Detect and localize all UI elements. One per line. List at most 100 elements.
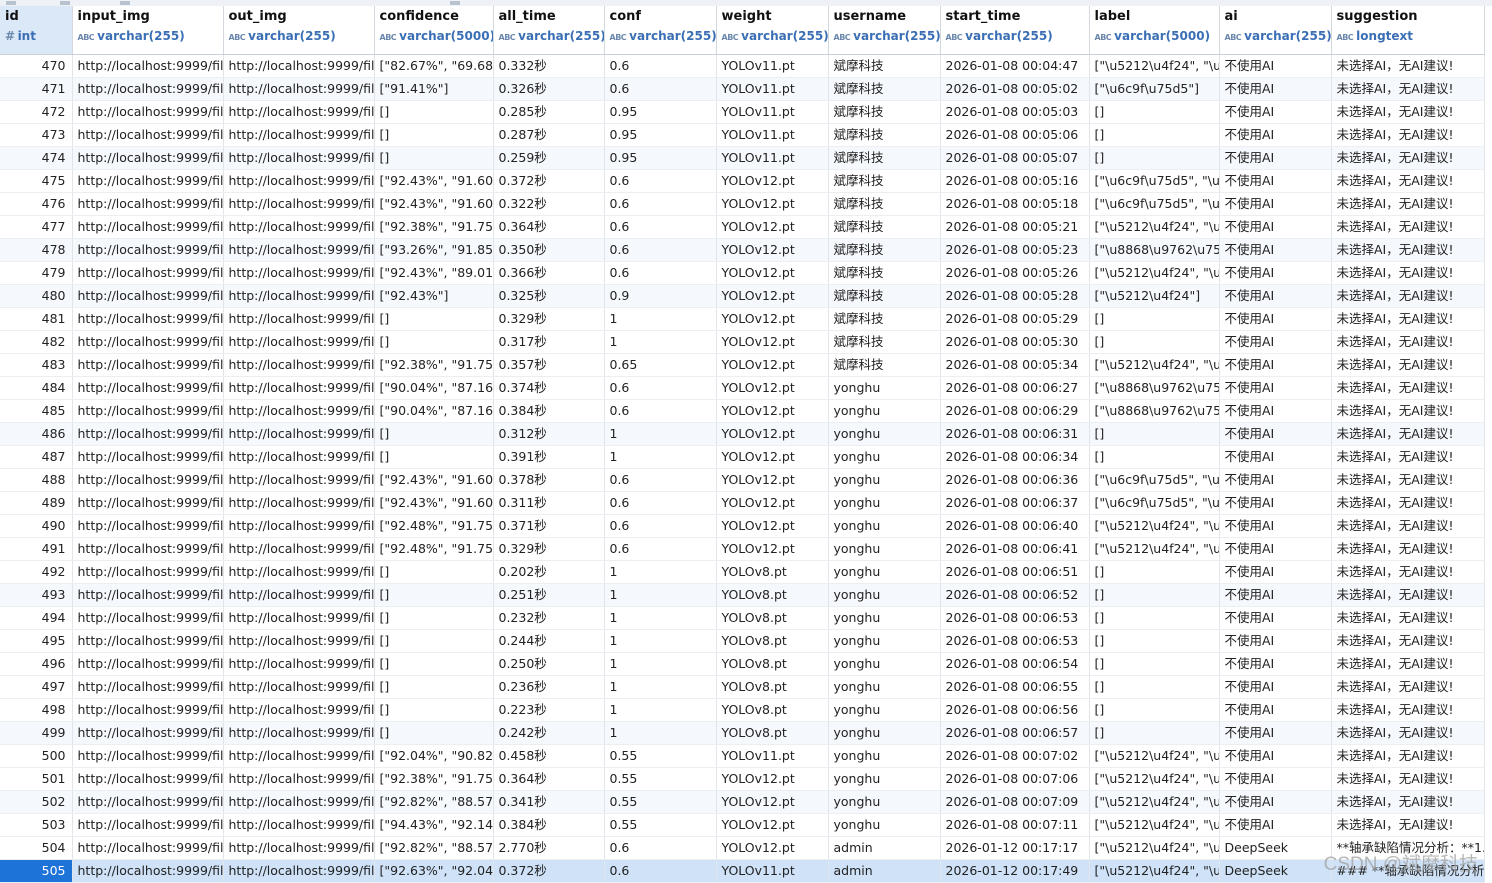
toolbar-icon[interactable] — [6, 1, 16, 5]
cell-suggestion[interactable]: 未选择AI，无AI建议! — [1331, 813, 1485, 837]
cell-all-time[interactable]: 0.242秒 — [493, 721, 605, 745]
cell-all-time[interactable]: 0.364秒 — [493, 215, 605, 239]
cell-confidence[interactable]: ["92.48%", "91.75% — [374, 514, 494, 538]
cell-confidence[interactable]: [] — [374, 721, 494, 745]
cell-id[interactable]: 479 — [0, 261, 73, 285]
cell-start-time[interactable]: 2026-01-08 00:05:30 — [940, 330, 1090, 354]
cell-username[interactable]: yonghu — [828, 652, 941, 676]
cell-id[interactable]: 496 — [0, 652, 73, 676]
cell-suggestion[interactable]: 未选择AI，无AI建议! — [1331, 790, 1485, 814]
cell-input-img[interactable]: http://localhost:9999/file — [72, 192, 224, 216]
cell-input-img[interactable]: http://localhost:9999/file — [72, 514, 224, 538]
table-row[interactable]: 489 http://localhost:9999/file http://loca… — [0, 491, 1485, 515]
cell-conf[interactable]: 0.55 — [604, 813, 717, 837]
cell-all-time[interactable]: 2.770秒 — [493, 836, 605, 860]
table-row[interactable]: 501 http://localhost:9999/file http://loca… — [0, 767, 1485, 791]
cell-id[interactable]: 498 — [0, 698, 73, 722]
cell-confidence[interactable]: ["91.41%"] — [374, 77, 494, 101]
cell-confidence[interactable]: [] — [374, 652, 494, 676]
cell-all-time[interactable]: 0.244秒 — [493, 629, 605, 653]
cell-weight[interactable]: YOLOv12.pt — [716, 399, 829, 423]
cell-start-time[interactable]: 2026-01-08 00:06:27 — [940, 376, 1090, 400]
cell-label[interactable]: [] — [1089, 629, 1220, 653]
table-row[interactable]: 505 http://localhost:9999/file http://loca… — [0, 859, 1485, 883]
cell-conf[interactable]: 0.6 — [604, 169, 717, 193]
cell-weight[interactable]: YOLOv11.pt — [716, 100, 829, 124]
cell-id[interactable]: 494 — [0, 606, 73, 630]
cell-input-img[interactable]: http://localhost:9999/file — [72, 261, 224, 285]
cell-weight[interactable]: YOLOv12.pt — [716, 445, 829, 469]
cell-ai[interactable]: 不使用AI — [1219, 491, 1332, 515]
cell-id[interactable]: 503 — [0, 813, 73, 837]
cell-conf[interactable]: 0.6 — [604, 399, 717, 423]
cell-id[interactable]: 489 — [0, 491, 73, 515]
cell-out-img[interactable]: http://localhost:9999/file — [223, 606, 375, 630]
cell-out-img[interactable]: http://localhost:9999/file — [223, 77, 375, 101]
table-row[interactable]: 488 http://localhost:9999/file http://loca… — [0, 468, 1485, 492]
cell-start-time[interactable]: 2026-01-08 00:07:11 — [940, 813, 1090, 837]
cell-label[interactable]: [] — [1089, 652, 1220, 676]
column-header-weight[interactable]: weight ABC varchar(255) — [716, 6, 829, 55]
cell-out-img[interactable]: http://localhost:9999/file — [223, 836, 375, 860]
cell-id[interactable]: 505 — [0, 859, 73, 883]
cell-conf[interactable]: 0.95 — [604, 100, 717, 124]
cell-username[interactable]: yonghu — [828, 514, 941, 538]
cell-label[interactable]: [] — [1089, 698, 1220, 722]
cell-username[interactable]: yonghu — [828, 790, 941, 814]
cell-suggestion[interactable]: 未选择AI，无AI建议! — [1331, 537, 1485, 561]
cell-ai[interactable]: 不使用AI — [1219, 54, 1332, 78]
cell-all-time[interactable]: 0.458秒 — [493, 744, 605, 768]
cell-input-img[interactable]: http://localhost:9999/file — [72, 790, 224, 814]
cell-start-time[interactable]: 2026-01-08 00:05:16 — [940, 169, 1090, 193]
cell-input-img[interactable]: http://localhost:9999/file — [72, 146, 224, 170]
cell-start-time[interactable]: 2026-01-12 00:17:49 — [940, 859, 1090, 883]
cell-suggestion[interactable]: 未选择AI，无AI建议! — [1331, 399, 1485, 423]
cell-input-img[interactable]: http://localhost:9999/file — [72, 353, 224, 377]
table-row[interactable]: 491 http://localhost:9999/file http://loca… — [0, 537, 1485, 561]
cell-input-img[interactable]: http://localhost:9999/file — [72, 537, 224, 561]
cell-weight[interactable]: YOLOv8.pt — [716, 652, 829, 676]
cell-label[interactable]: [] — [1089, 422, 1220, 446]
cell-label[interactable]: ["\u5212\u4f24", "\u6 — [1089, 813, 1220, 837]
cell-id[interactable]: 487 — [0, 445, 73, 469]
cell-ai[interactable]: 不使用AI — [1219, 698, 1332, 722]
cell-id[interactable]: 493 — [0, 583, 73, 607]
cell-confidence[interactable]: [] — [374, 629, 494, 653]
cell-username[interactable]: yonghu — [828, 767, 941, 791]
cell-suggestion[interactable]: ### **轴承缺陷情况分析** — [1331, 859, 1485, 883]
cell-out-img[interactable]: http://localhost:9999/file — [223, 376, 375, 400]
cell-input-img[interactable]: http://localhost:9999/file — [72, 652, 224, 676]
cell-out-img[interactable]: http://localhost:9999/file — [223, 330, 375, 354]
cell-start-time[interactable]: 2026-01-08 00:07:09 — [940, 790, 1090, 814]
column-header-ai[interactable]: ai ABC varchar(255) — [1219, 6, 1332, 55]
cell-out-img[interactable]: http://localhost:9999/file — [223, 491, 375, 515]
cell-label[interactable]: ["\u5212\u4f24", "\u5 — [1089, 514, 1220, 538]
cell-all-time[interactable]: 0.374秒 — [493, 376, 605, 400]
cell-suggestion[interactable]: 未选择AI，无AI建议! — [1331, 123, 1485, 147]
cell-input-img[interactable]: http://localhost:9999/file — [72, 491, 224, 515]
cell-conf[interactable]: 1 — [604, 583, 717, 607]
cell-weight[interactable]: YOLOv8.pt — [716, 606, 829, 630]
cell-label[interactable]: ["\u5212\u4f24"] — [1089, 284, 1220, 308]
cell-conf[interactable]: 0.6 — [604, 859, 717, 883]
cell-conf[interactable]: 0.95 — [604, 146, 717, 170]
cell-input-img[interactable]: http://localhost:9999/file — [72, 813, 224, 837]
cell-suggestion[interactable]: 未选择AI，无AI建议! — [1331, 215, 1485, 239]
table-row[interactable]: 500 http://localhost:9999/file http://loca… — [0, 744, 1485, 768]
cell-confidence[interactable]: ["92.38%", "91.75% — [374, 767, 494, 791]
cell-weight[interactable]: YOLOv12.pt — [716, 491, 829, 515]
cell-label[interactable]: ["\u5212\u4f24", "\u5 — [1089, 261, 1220, 285]
cell-start-time[interactable]: 2026-01-08 00:05:02 — [940, 77, 1090, 101]
cell-id[interactable]: 482 — [0, 330, 73, 354]
table-row[interactable]: 476 http://localhost:9999/file http://loca… — [0, 192, 1485, 216]
cell-conf[interactable]: 0.6 — [604, 215, 717, 239]
cell-suggestion[interactable]: 未选择AI，无AI建议! — [1331, 606, 1485, 630]
cell-ai[interactable]: 不使用AI — [1219, 583, 1332, 607]
cell-weight[interactable]: YOLOv11.pt — [716, 744, 829, 768]
cell-input-img[interactable]: http://localhost:9999/file — [72, 836, 224, 860]
cell-label[interactable]: ["\u5212\u4f24", "\u6 — [1089, 790, 1220, 814]
cell-id[interactable]: 484 — [0, 376, 73, 400]
cell-conf[interactable]: 0.6 — [604, 836, 717, 860]
cell-conf[interactable]: 1 — [604, 560, 717, 584]
table-row[interactable]: 490 http://localhost:9999/file http://loca… — [0, 514, 1485, 538]
